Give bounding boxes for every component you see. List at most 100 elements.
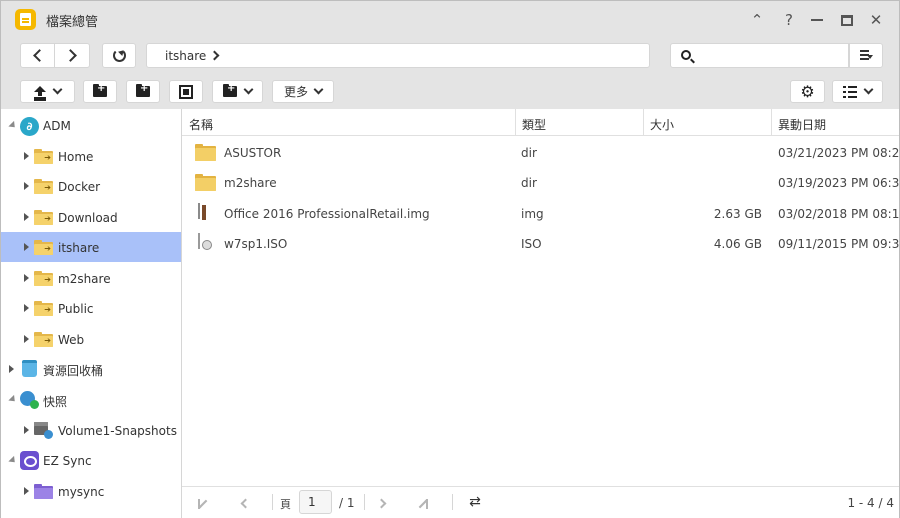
column-header-name[interactable]: 名稱 [189, 116, 213, 133]
pagination-divider [364, 494, 365, 510]
minimize-icon[interactable] [807, 10, 827, 30]
tree-item-web[interactable]: ➔ Web [1, 324, 181, 354]
search-options-button[interactable] [849, 43, 883, 68]
new-folder-button[interactable] [83, 80, 117, 103]
expand-toggle-icon[interactable] [8, 120, 18, 131]
forward-button[interactable] [54, 43, 90, 68]
collapse-icon[interactable]: ⌃ [747, 10, 767, 30]
file-type: dir [521, 176, 537, 190]
column-divider[interactable] [771, 109, 772, 136]
refresh-list-icon[interactable]: ⇄ [467, 493, 483, 511]
title-bar[interactable]: 檔案總管 ⌃ ? ✕ [1, 1, 899, 37]
sync-folder-icon [34, 484, 53, 499]
search-input[interactable] [699, 47, 844, 64]
refresh-icon [112, 49, 126, 62]
tree-item-home[interactable]: ➔ Home [1, 141, 181, 171]
collapse-toggle-icon[interactable] [24, 426, 29, 434]
folder-plus-icon [136, 83, 150, 97]
search-box[interactable] [670, 43, 849, 68]
view-mode-button[interactable] [832, 80, 883, 103]
collapse-toggle-icon[interactable] [9, 365, 14, 373]
folder-tree-sidebar: ∂ ADM ➔ Home ➔ Docker ➔ Download ➔ itsha… [1, 109, 182, 518]
tree-item-label: EZ Sync [43, 454, 92, 468]
collapse-toggle-icon[interactable] [24, 274, 29, 282]
chevron-left-icon [32, 49, 46, 62]
pagination-divider [452, 494, 453, 510]
first-page-icon[interactable] [198, 496, 208, 510]
collapse-toggle-icon[interactable] [24, 335, 29, 343]
tree-item-docker[interactable]: ➔ Docker [1, 171, 181, 201]
page-label: 頁 [280, 498, 291, 511]
expand-toggle-icon[interactable] [8, 455, 18, 466]
column-header-type[interactable]: 類型 [522, 116, 546, 133]
file-type: img [521, 207, 544, 221]
refresh-button[interactable] [102, 43, 136, 68]
tree-item-label: Volume1-Snapshots [58, 424, 177, 438]
table-row[interactable]: Office 2016 ProfessionalRetail.img img 2… [182, 199, 900, 229]
maximize-icon[interactable] [837, 10, 857, 30]
close-icon[interactable]: ✕ [866, 10, 886, 30]
path-bar[interactable]: itshare [146, 43, 650, 68]
tree-item-ez-sync[interactable]: EZ Sync [1, 446, 181, 476]
breadcrumb-chevron-icon[interactable] [209, 50, 220, 61]
column-divider[interactable] [643, 109, 644, 136]
settings-button[interactable]: ⚙ [790, 80, 825, 103]
collapse-toggle-icon[interactable] [24, 243, 29, 251]
file-name: Office 2016 ProfessionalRetail.img [224, 207, 430, 221]
ez-sync-icon [20, 451, 39, 470]
select-all-icon [179, 84, 193, 99]
recycle-bin-icon [22, 360, 37, 377]
back-button[interactable] [20, 43, 55, 68]
last-page-icon[interactable] [418, 496, 428, 510]
column-header-size[interactable]: 大小 [650, 116, 674, 133]
new-shared-folder-button[interactable] [126, 80, 160, 103]
help-icon[interactable]: ? [779, 10, 799, 30]
tree-item-volume1-snapshots[interactable]: Volume1-Snapshots [1, 415, 181, 445]
collapse-toggle-icon[interactable] [24, 213, 29, 221]
upload-icon [34, 85, 46, 98]
collapse-toggle-icon[interactable] [24, 304, 29, 312]
table-row[interactable]: ASUSTOR dir 03/21/2023 PM 08:29 [182, 138, 900, 168]
file-name: w7sp1.ISO [224, 237, 288, 251]
tree-item-label: Web [58, 333, 85, 347]
window-title: 檔案總管 [46, 15, 99, 30]
previous-page-icon[interactable] [240, 496, 251, 510]
nas-server-icon: ∂ [20, 117, 39, 136]
chevron-down-icon [243, 84, 254, 95]
tree-item-label: 快照 [43, 395, 68, 409]
column-header-modified[interactable]: 異動日期 [778, 116, 826, 133]
tree-item-m2share[interactable]: ➔ m2share [1, 263, 181, 293]
tree-item-adm[interactable]: ∂ ADM [1, 111, 181, 141]
expand-toggle-icon[interactable] [8, 394, 18, 405]
tree-item-snapshots[interactable]: 快照 [1, 385, 181, 415]
collapse-toggle-icon[interactable] [24, 182, 29, 190]
filter-list-icon [859, 50, 873, 61]
mount-button[interactable] [212, 80, 263, 103]
file-size: 4.06 GB [713, 237, 762, 251]
tree-item-label: mysync [58, 485, 105, 499]
tree-item-public[interactable]: ➔ Public [1, 293, 181, 323]
collapse-toggle-icon[interactable] [24, 152, 29, 160]
file-name: m2share [224, 176, 277, 190]
page-number-input[interactable]: 1 [299, 490, 332, 514]
tree-item-download[interactable]: ➔ Download [1, 202, 181, 232]
snapshot-icon [20, 391, 39, 409]
column-divider[interactable] [515, 109, 516, 136]
tree-item-label: Download [58, 211, 118, 225]
next-page-icon[interactable] [376, 496, 387, 510]
table-row[interactable]: m2share dir 03/19/2023 PM 06:38 [182, 168, 900, 198]
tree-item-mysync[interactable]: mysync [1, 476, 181, 506]
select-all-button[interactable] [169, 80, 203, 103]
tree-item-label: Public [58, 302, 94, 316]
tree-item-itshare[interactable]: ➔ itshare [1, 232, 181, 262]
tree-item-recycle-bin[interactable]: 資源回收桶 [1, 354, 181, 384]
file-modified: 03/02/2018 PM 08:17 [778, 207, 900, 221]
table-row[interactable]: w7sp1.ISO ISO 4.06 GB 09/11/2015 PM 09:3… [182, 229, 900, 259]
more-button[interactable]: 更多 [272, 80, 334, 103]
breadcrumb-itshare[interactable]: itshare [165, 49, 206, 63]
new-folder-icon [93, 83, 107, 97]
upload-button[interactable] [20, 80, 75, 103]
shared-folder-icon: ➔ [34, 271, 53, 286]
collapse-toggle-icon[interactable] [24, 487, 29, 495]
shared-folder-icon: ➔ [34, 210, 53, 225]
